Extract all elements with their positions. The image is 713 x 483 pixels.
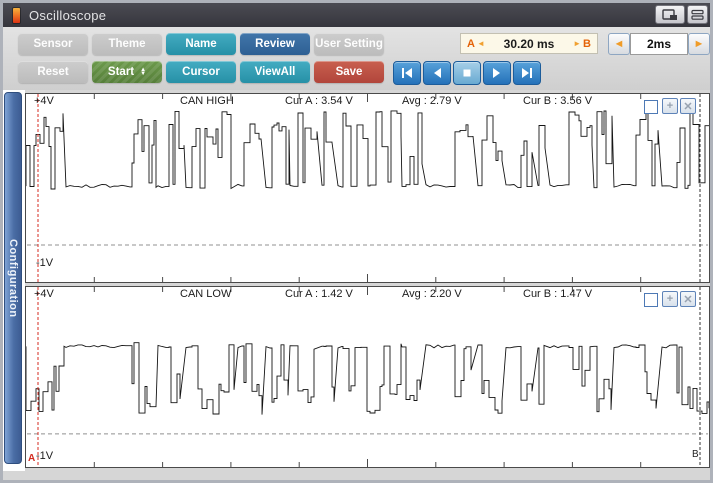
button-label: Review [255, 38, 295, 50]
cursor-b-marker[interactable]: B [692, 449, 699, 460]
timebase-decrease-button[interactable]: ◄ [608, 33, 630, 55]
theme-button[interactable]: Theme [92, 33, 162, 55]
waveform-panel-can-low: +4V CAN LOW Cur A : 1.42 V Avg : 2.20 V … [25, 286, 710, 468]
toolbar: Sensor Theme Name Review User Setting Reset S… [3, 27, 710, 90]
cursor-a-tag: A [467, 38, 475, 50]
close-icon[interactable]: ✕ [680, 98, 696, 114]
cursor-a-arrow-icon[interactable]: ◄ [477, 39, 485, 48]
play-icon [491, 68, 503, 78]
timebase-increase-button[interactable]: ► [688, 33, 710, 55]
menu-icon [691, 9, 704, 21]
skip-start-icon [401, 68, 413, 78]
play-button[interactable] [483, 61, 511, 85]
titlebar: Oscilloscope [3, 3, 710, 27]
top-scale-label: +4V [34, 288, 54, 300]
bottom-scale-label: -1V [36, 450, 53, 462]
channel-select-checkbox[interactable] [644, 100, 658, 114]
timebase-value[interactable]: 2ms [630, 33, 688, 55]
skip-end-icon [521, 68, 533, 78]
skip-start-button[interactable] [393, 61, 421, 85]
cursor-a-readout: Cur A : 3.54 V [285, 95, 353, 107]
channel-select-checkbox[interactable] [644, 293, 658, 307]
toolbar-row-1: Sensor Theme Name Review User Setting [18, 33, 384, 55]
stop-button[interactable] [453, 61, 481, 85]
cursor-b-readout: Cur B : 3.56 V [523, 95, 592, 107]
cursor-delta-value: 30.20 ms [487, 37, 571, 51]
save-button[interactable]: Save [314, 61, 384, 83]
zoom-in-icon[interactable]: + [662, 291, 678, 307]
new-window-icon [662, 9, 678, 21]
channel-title: CAN LOW [180, 288, 231, 300]
toolbar-row-2: Reset Start ▲▼ Cursor ViewAll Save [18, 61, 384, 83]
can-high-plot [26, 94, 709, 282]
waveform-panel-can-high: +4V CAN HIGH Cur A : 3.54 V Avg : 2.79 V… [25, 93, 710, 283]
bottom-scale-label: -1V [36, 257, 53, 269]
viewall-button[interactable]: ViewAll [240, 61, 310, 83]
button-label: Save [336, 66, 363, 78]
channel-title: CAN HIGH [180, 95, 234, 107]
start-button[interactable]: Start ▲▼ [92, 61, 162, 83]
button-label: Cursor [182, 66, 220, 78]
sensor-button[interactable]: Sensor [18, 33, 88, 55]
name-button[interactable]: Name [166, 33, 236, 55]
skip-end-button[interactable] [513, 61, 541, 85]
average-readout: Avg : 2.79 V [402, 95, 462, 107]
review-button[interactable]: Review [240, 33, 310, 55]
cursor-b-arrow-icon[interactable]: ► [573, 39, 581, 48]
user-setting-button[interactable]: User Setting [314, 33, 384, 55]
button-label: Theme [108, 38, 145, 50]
cursor-b-readout: Cur B : 1.47 V [523, 288, 592, 300]
cursor-a-marker[interactable]: A [28, 453, 35, 464]
step-back-icon [431, 68, 443, 78]
app-icon [13, 8, 20, 23]
spinner-arrows-icon: ▲▼ [140, 68, 146, 77]
window-title: Oscilloscope [29, 8, 106, 23]
can-low-plot [26, 287, 709, 467]
cursor-b-tag: B [583, 38, 591, 50]
button-label: ViewAll [255, 66, 296, 78]
button-label: Name [185, 38, 216, 50]
button-label: Start [108, 66, 134, 78]
configuration-tab[interactable]: Configuration [4, 92, 22, 464]
new-window-button[interactable] [655, 5, 685, 24]
stop-icon [461, 68, 473, 78]
cursor-a-readout: Cur A : 1.42 V [285, 288, 353, 300]
playback-controls [393, 61, 541, 85]
top-scale-label: +4V [34, 95, 54, 107]
menu-button[interactable] [687, 5, 708, 24]
button-label: Sensor [34, 38, 73, 50]
reset-button[interactable]: Reset [18, 61, 88, 83]
step-back-button[interactable] [423, 61, 451, 85]
close-icon[interactable]: ✕ [680, 291, 696, 307]
zoom-in-icon[interactable]: + [662, 98, 678, 114]
cursor-button[interactable]: Cursor [166, 61, 236, 83]
button-label: Reset [37, 66, 68, 78]
configuration-tab-label: Configuration [7, 239, 19, 318]
button-label: User Setting [315, 38, 383, 50]
average-readout: Avg : 2.20 V [402, 288, 462, 300]
oscilloscope-window: Oscilloscope Sensor Theme Name Review User S… [0, 0, 713, 483]
cursor-time-readout[interactable]: A ◄ 30.20 ms ► B [460, 33, 598, 54]
